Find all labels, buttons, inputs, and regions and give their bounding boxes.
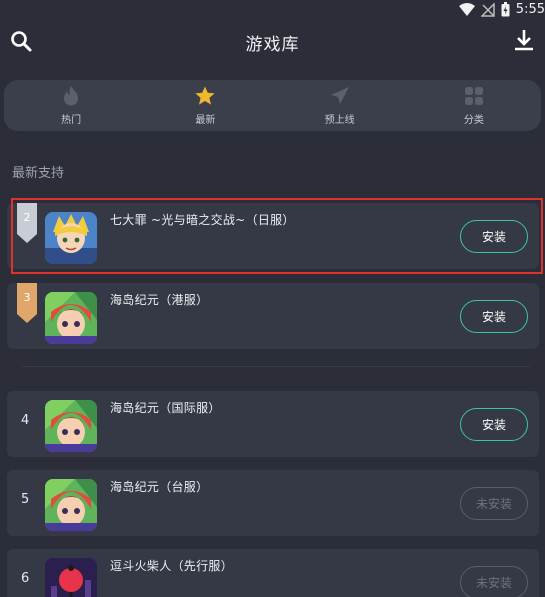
header: 游戏库 <box>0 24 545 60</box>
divider <box>22 366 530 367</box>
island-era-app-icon <box>45 292 97 344</box>
game-card[interactable]: 3 海岛纪元（港服） 安装 <box>7 283 539 349</box>
tab-label: 分类 <box>463 115 484 126</box>
category-tabs: 热门 最新 预上线 分类 <box>4 80 541 131</box>
rank-number: 3 <box>23 291 31 304</box>
tab-label: 热门 <box>61 115 82 126</box>
game-name: 海岛纪元（国际服） <box>110 401 221 415</box>
island-era-app-icon <box>45 479 97 531</box>
no-signal-icon <box>480 2 495 17</box>
download-icon[interactable] <box>511 27 537 53</box>
rank-number: 4 <box>21 413 30 428</box>
status-time: 5:55 <box>515 2 545 17</box>
paper-plane-icon <box>330 87 349 104</box>
stickman-app-icon <box>45 558 97 597</box>
status-bar: 5:55 <box>0 0 545 24</box>
not-installed-button[interactable]: 未安装 <box>460 487 528 520</box>
island-era-app-icon <box>45 400 97 452</box>
star-icon <box>195 86 215 105</box>
game-name: 海岛纪元（台服） <box>110 480 209 494</box>
tab-label: 预上线 <box>324 115 355 126</box>
grid-icon <box>464 87 483 105</box>
section-title: 最新支持 <box>12 166 65 181</box>
tab-upcoming[interactable]: 预上线 <box>273 80 407 131</box>
game-card[interactable]: 6 逗斗火柴人（先行服） 未安装 <box>7 549 539 597</box>
fire-icon <box>64 86 79 106</box>
rank-number: 6 <box>21 571 30 586</box>
game-name: 逗斗火柴人（先行服） <box>110 559 234 573</box>
rank-badge: 3 <box>17 283 37 323</box>
game-card[interactable]: 5 海岛纪元（台服） 未安装 <box>7 470 539 536</box>
battery-icon <box>501 2 510 17</box>
wifi-icon <box>458 2 475 16</box>
tab-category[interactable]: 分类 <box>407 80 541 131</box>
highlight-frame <box>11 198 543 274</box>
tab-label: 最新 <box>195 115 216 126</box>
game-name: 海岛纪元（港服） <box>110 293 209 307</box>
not-installed-button[interactable]: 未安装 <box>460 566 528 597</box>
game-card[interactable]: 4 海岛纪元（国际服） 安装 <box>7 391 539 457</box>
install-button[interactable]: 安装 <box>460 300 528 333</box>
page-title: 游戏库 <box>245 35 300 55</box>
tab-latest[interactable]: 最新 <box>138 80 272 131</box>
rank-number: 5 <box>21 492 30 507</box>
tab-hot[interactable]: 热门 <box>4 80 138 131</box>
install-button[interactable]: 安装 <box>460 408 528 441</box>
